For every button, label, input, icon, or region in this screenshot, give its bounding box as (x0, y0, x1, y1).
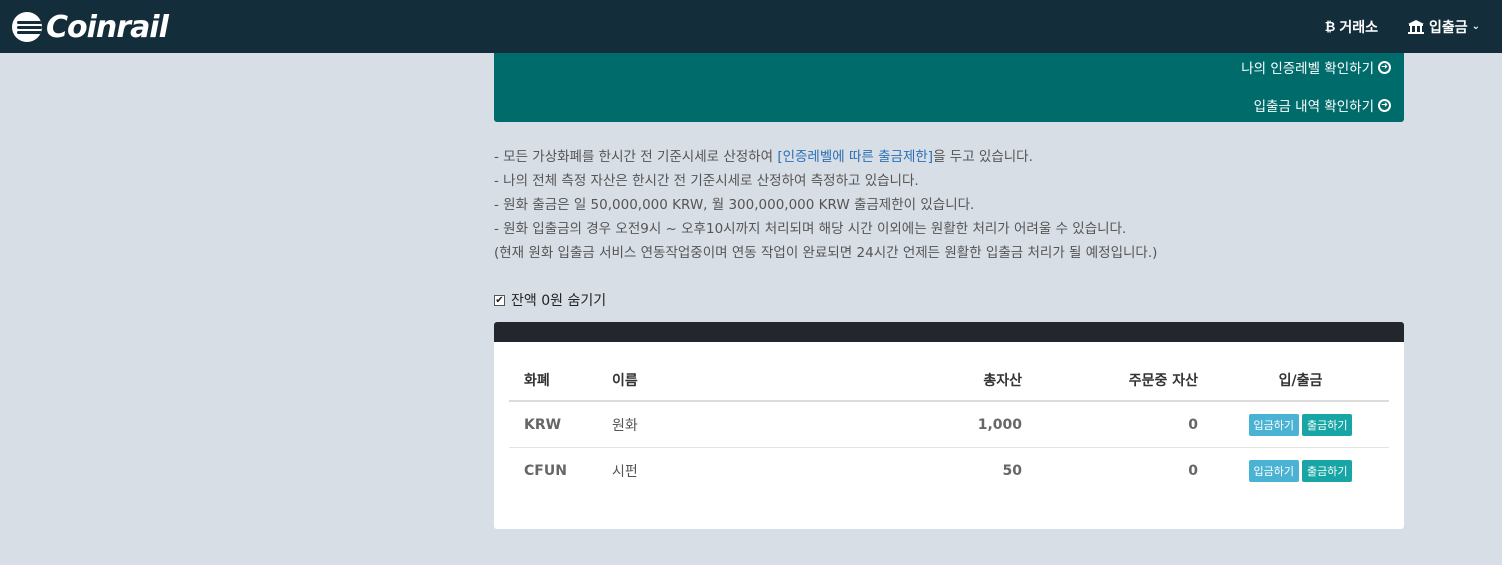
logo-mark-icon (12, 12, 42, 42)
bitcoin-icon: ₿ (1324, 19, 1336, 35)
table-row: KRW 원화 1,000 0 입금하기 출금하기 (509, 402, 1389, 448)
header-total: 총자산 (983, 373, 1022, 389)
nav-deposit-label: 입출금 (1428, 19, 1468, 36)
table-row: CFUN 시펀 50 0 입금하기 출금하기 (509, 448, 1389, 494)
nav-exchange-label: 거래소 (1339, 19, 1378, 36)
arrow-right-circle-icon: ➜ (1378, 60, 1391, 74)
check-auth-level-label: 나의 인증레벨 확인하기 (1241, 61, 1374, 77)
withdraw-limit-link[interactable]: [인증레벨에 따른 출금제한] (777, 149, 933, 165)
total-balance: 50 (1002, 463, 1022, 479)
currency-code: CFUN (524, 463, 567, 479)
top-navbar: Coinrail ₿ 거래소 입출금 ⌄ (0, 0, 1502, 53)
currency-code: KRW (524, 416, 562, 433)
card-header-bar (494, 322, 1404, 342)
withdraw-button[interactable]: 출금하기 (1302, 460, 1353, 482)
check-history-label: 입출금 내역 확인하기 (1253, 99, 1374, 115)
check-history-link[interactable]: 입출금 내역 확인하기 ➜ (1254, 95, 1391, 115)
header-name: 이름 (612, 373, 638, 389)
nav-exchange[interactable]: ₿ 거래소 (1325, 17, 1378, 37)
notice-line-2: - 나의 전체 측정 자산은 한시간 전 기준시세로 산정하여 측정하고 있습니… (494, 173, 919, 189)
logo-text: Coinrail (46, 9, 169, 45)
in-order-balance: 0 (1188, 416, 1198, 433)
deposit-button[interactable]: 입금하기 (1248, 460, 1299, 482)
notice-line-4: - 원화 입출금의 경우 오전9시 ~ 오후10시까지 처리되며 해당 시간 이… (494, 221, 1127, 237)
notice-line-1: - 모든 가상화폐를 한시간 전 기준시세로 산정하여 [인증레벨에 따른 출금… (494, 149, 1033, 165)
hide-zero-label: 잔액 0원 숨기기 (511, 293, 607, 309)
withdraw-button[interactable]: 출금하기 (1302, 413, 1353, 436)
arrow-right-circle-icon: ➜ (1378, 98, 1391, 112)
currency-name: 원화 (612, 417, 638, 434)
account-panel: 나의 인증레벨 확인하기 ➜ 입출금 내역 확인하기 ➜ (494, 53, 1404, 122)
header-deposit-withdraw: 입/출금 (1278, 373, 1323, 389)
notice-line-5: (현재 원화 입출금 서비스 연동작업중이며 연동 작업이 완료되면 24시간 … (494, 245, 1158, 261)
deposit-button[interactable]: 입금하기 (1248, 413, 1299, 436)
balance-card: 화폐 이름 총자산 주문중 자산 입/출금 KRW 원화 1,000 0 입금하… (494, 322, 1404, 529)
in-order-balance: 0 (1188, 463, 1198, 479)
currency-name: 시펀 (612, 464, 638, 480)
header-currency: 화폐 (524, 373, 550, 389)
header-in-order: 주문중 자산 (1128, 373, 1198, 389)
check-auth-level-link[interactable]: 나의 인증레벨 확인하기 ➜ (1241, 57, 1391, 77)
notice-line-3: - 원화 출금은 일 50,000,000 KRW, 월 300,000,000… (494, 197, 975, 213)
nav-deposit-withdraw[interactable]: 입출금 ⌄ (1407, 17, 1480, 37)
notice-text: - 모든 가상화폐를 한시간 전 기준시세로 산정하여 [인증레벨에 따른 출금… (494, 145, 1394, 265)
hide-zero-toggle[interactable]: ✔ 잔액 0원 숨기기 (494, 290, 606, 310)
table-header-row: 화폐 이름 총자산 주문중 자산 입/출금 (509, 360, 1389, 402)
balance-table: 화폐 이름 총자산 주문중 자산 입/출금 KRW 원화 1,000 0 입금하… (509, 360, 1389, 494)
hide-zero-checkbox[interactable]: ✔ (494, 294, 505, 306)
total-balance: 1,000 (977, 416, 1022, 433)
bank-icon (1407, 19, 1424, 34)
chevron-down-icon: ⌄ (1471, 21, 1480, 32)
coinrail-logo[interactable]: Coinrail (12, 9, 169, 45)
